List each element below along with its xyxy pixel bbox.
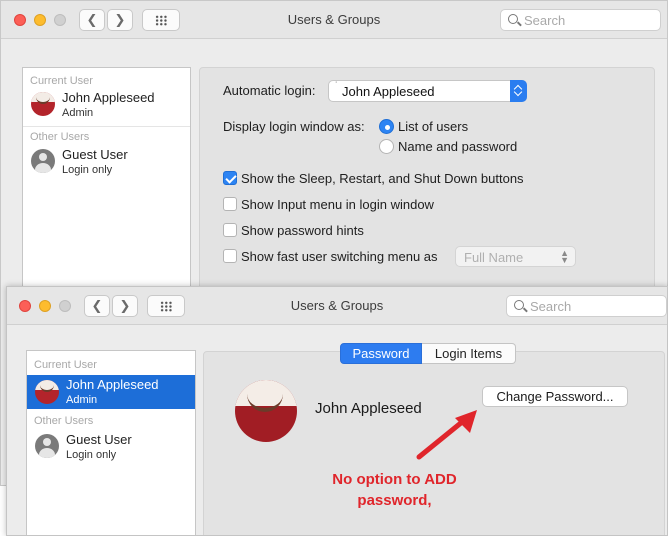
guest-user-icon — [35, 434, 59, 458]
sidebar-divider — [23, 126, 190, 127]
user-picture-icon[interactable] — [235, 380, 297, 442]
checkbox-fast-user-switching[interactable] — [223, 249, 237, 263]
automatic-login-popup[interactable]: ˙ John Appleseed — [328, 80, 527, 102]
display-login-label: Display login window as: — [223, 119, 365, 134]
automatic-login-label: Automatic login: — [223, 83, 316, 98]
user-avatar-icon — [35, 380, 59, 404]
user-name: Guest User — [66, 432, 132, 447]
search-placeholder: Search — [524, 13, 566, 28]
user-role: Admin — [66, 394, 98, 406]
search-icon — [508, 14, 518, 24]
checkbox-show-password-hints-label: Show password hints — [241, 223, 364, 238]
users-sidebar: Current User John Appleseed Admin Other … — [22, 67, 191, 293]
other-users-header: Other Users — [30, 131, 90, 143]
search-icon — [514, 300, 524, 310]
other-users-header: Other Users — [34, 415, 94, 427]
users-sidebar: Current User John Appleseed Admin Other … — [26, 350, 196, 535]
checkbox-show-sleep-restart-label: Show the Sleep, Restart, and Shut Down b… — [241, 171, 524, 186]
user-full-name: John Appleseed — [315, 400, 422, 417]
user-name: Guest User — [62, 147, 128, 162]
tab-login-items[interactable]: Login Items — [422, 343, 516, 364]
red-arrow-annotation — [416, 410, 477, 460]
guest-user-icon — [31, 149, 55, 173]
user-name: John Appleseed — [62, 90, 155, 105]
radio-name-and-password-label: Name and password — [398, 139, 518, 154]
checkbox-fast-user-switching-label: Show fast user switching menu as — [241, 249, 438, 264]
radio-list-of-users[interactable] — [379, 119, 394, 134]
fast-switching-value: Full Name — [464, 250, 524, 265]
sidebar-user-john[interactable]: John Appleseed Admin — [23, 88, 190, 128]
annotation-note: No option to ADD password, — [332, 471, 457, 509]
sidebar-user-guest[interactable]: Guest User Login only — [23, 145, 190, 185]
user-name: John Appleseed — [66, 377, 159, 392]
search-placeholder: Search — [530, 299, 572, 314]
automatic-login-value: John Appleseed — [342, 84, 435, 99]
popup-stepper-icon — [510, 80, 527, 102]
titlebar: ❮ ❯ Users & Groups Search — [7, 287, 667, 325]
change-password-button[interactable]: Change Password... — [482, 386, 628, 407]
sidebar-user-john-selected[interactable]: John Appleseed Admin — [27, 375, 195, 409]
checkbox-show-password-hints[interactable] — [223, 223, 237, 237]
user-avatar-icon — [31, 92, 55, 116]
fast-switching-popup[interactable]: Full Name ▲ ▼ — [455, 246, 576, 267]
radio-list-of-users-label: List of users — [398, 119, 469, 134]
user-role: Login only — [66, 449, 117, 461]
checkbox-show-input-menu[interactable] — [223, 197, 237, 211]
search-field[interactable]: Search — [500, 9, 661, 31]
chevron-updown-icon: ▲ ▼ — [560, 248, 569, 265]
radio-name-and-password[interactable] — [379, 139, 394, 154]
current-user-header: Current User — [34, 359, 97, 371]
sidebar-user-guest[interactable]: Guest User Login only — [27, 430, 195, 470]
titlebar: ❮ ❯ Users & Groups Search — [1, 1, 667, 39]
checkbox-show-input-menu-label: Show Input menu in login window — [241, 197, 434, 212]
user-role: Login only — [62, 164, 113, 176]
users-groups-window-front: ❮ ❯ Users & Groups Search Current User J… — [6, 286, 668, 536]
user-role: Admin — [62, 107, 94, 119]
current-user-header: Current User — [30, 75, 93, 87]
checkbox-show-sleep-restart[interactable] — [223, 171, 237, 185]
tab-password[interactable]: Password — [340, 343, 422, 364]
search-field[interactable]: Search — [506, 295, 667, 317]
